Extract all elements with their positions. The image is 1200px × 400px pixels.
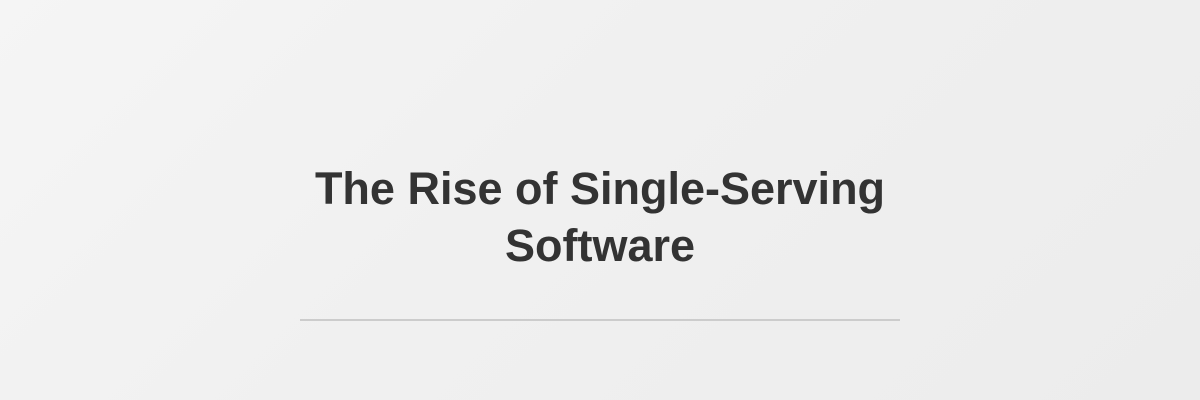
title-divider — [300, 319, 900, 321]
page-title: The Rise of Single-Serving Software — [314, 163, 886, 271]
title-banner: The Rise of Single-Serving Software — [0, 0, 1200, 400]
